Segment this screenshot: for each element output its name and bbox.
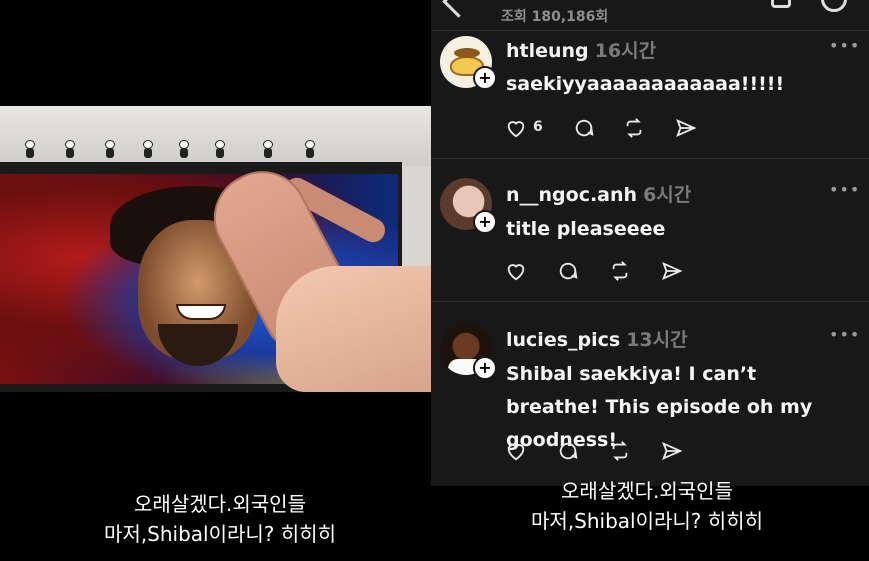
- back-icon[interactable]: [442, 0, 475, 18]
- follow-plus-icon[interactable]: +: [473, 66, 497, 90]
- subtitle-left: 오래살겠다.외국인들 마저,Shibal이라니? 히히히: [60, 489, 380, 549]
- subtitle-left-line1: 오래살겠다.외국인들: [134, 492, 306, 516]
- more-icon[interactable]: •••: [829, 36, 860, 55]
- share-icon[interactable]: [675, 117, 699, 141]
- follow-plus-icon[interactable]: +: [473, 210, 497, 234]
- actor-beard: [158, 324, 238, 366]
- subtitle-right-line1: 오래살겠다.외국인들: [561, 479, 733, 503]
- view-count: 조회 180,186회: [501, 9, 609, 25]
- heart-icon[interactable]: [505, 260, 529, 284]
- subtitle-right-line2: 마저,Shibal이라니? 히히히: [531, 509, 763, 533]
- hand: [276, 266, 431, 392]
- panda-figurine: [142, 140, 154, 158]
- more-icon[interactable]: •••: [829, 325, 860, 344]
- username[interactable]: n__ngoc.anh 6시간: [506, 180, 691, 207]
- panda-figurine: [24, 140, 36, 158]
- repost-icon[interactable]: [609, 260, 633, 284]
- comment-item: + lucies_pics 13시간 ••• Shibal saekkiya! I…: [431, 301, 869, 486]
- comments-panel: 조회 180,186회 + htleung 16시간 ••• saekiyyaaa…: [431, 0, 869, 486]
- username[interactable]: lucies_pics 13시간: [506, 325, 688, 352]
- share-icon[interactable]: [661, 260, 685, 284]
- panda-figurine: [104, 140, 116, 158]
- subtitle-right: 오래살겠다.외국인들 마저,Shibal이라니? 히히히: [487, 476, 807, 536]
- comment-item: + htleung 16시간 ••• saekiyyaaaaaaaaaaaa!!!…: [431, 30, 869, 158]
- top-bar: 조회 180,186회: [431, 0, 869, 30]
- profile-circle-icon[interactable]: [821, 0, 847, 12]
- subtitle-left-line2: 마저,Shibal이라니? 히히히: [104, 522, 336, 546]
- video-still: [0, 106, 431, 392]
- comment-icon[interactable]: [557, 440, 581, 464]
- panda-figurine: [178, 140, 190, 158]
- panda-figurine: [64, 140, 76, 158]
- more-icon[interactable]: •••: [829, 180, 860, 199]
- repost-icon[interactable]: [623, 117, 647, 141]
- heart-icon[interactable]: [505, 440, 529, 464]
- follow-plus-icon[interactable]: +: [473, 356, 497, 380]
- comment-text: title pleaseeee: [506, 218, 666, 240]
- bell-icon[interactable]: [771, 0, 791, 8]
- username[interactable]: htleung 16시간: [506, 36, 656, 63]
- like-count: 6: [533, 119, 543, 135]
- panda-figurine: [214, 140, 226, 158]
- comment-time: 13시간: [626, 329, 688, 351]
- comment-item: + n__ngoc.anh 6시간 ••• title pleaseeee: [431, 158, 869, 301]
- panda-figurine: [262, 140, 274, 158]
- comment-icon[interactable]: [573, 117, 597, 141]
- heart-icon[interactable]: 6: [505, 117, 543, 141]
- share-icon[interactable]: [661, 440, 685, 464]
- comment-time: 6시간: [643, 184, 692, 206]
- comment-icon[interactable]: [557, 260, 581, 284]
- comment-text: saekiyyaaaaaaaaaaaa!!!!!: [506, 73, 785, 95]
- repost-icon[interactable]: [609, 440, 633, 464]
- comment-time: 16시간: [594, 40, 657, 62]
- panda-figurine: [304, 140, 316, 158]
